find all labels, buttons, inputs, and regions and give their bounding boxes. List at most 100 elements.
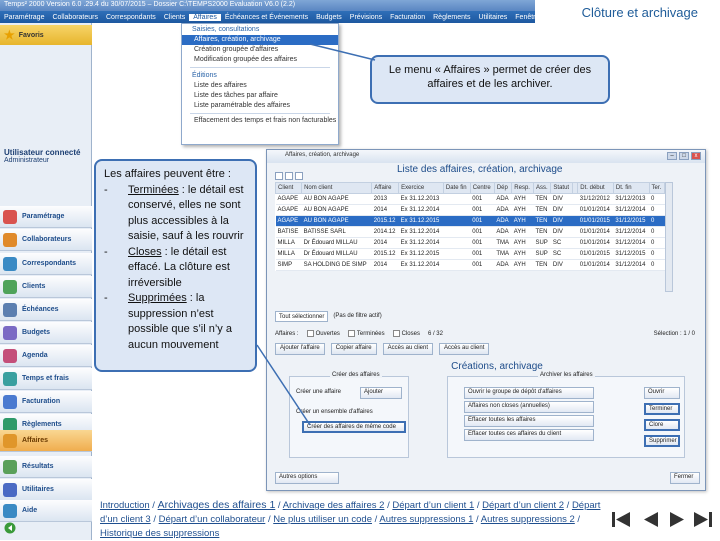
menu-item[interactable]: Fenêtre (511, 14, 535, 21)
table-row[interactable]: AGAPE AU BON AGAPE 2015.12 Ex 31.12.2015 001… (275, 215, 665, 227)
sidebar-item[interactable]: Collaborateurs (0, 229, 92, 251)
favorites-header[interactable]: ★ Favoris (0, 25, 92, 45)
dropdown-item[interactable]: Création groupée d'affaires (182, 45, 338, 55)
dropdown-item[interactable]: Liste paramétrable des affaires (182, 101, 338, 111)
table-row[interactable]: MILLA Dr Édouard MILLAU 2014 Ex 31.12.2014 0… (275, 237, 665, 249)
filter-box[interactable] (295, 172, 303, 180)
footer-link[interactable]: Historique des suppressions (100, 528, 219, 539)
close-window-button[interactable]: x (691, 152, 701, 160)
maximize-button[interactable]: □ (679, 152, 689, 160)
footer-link[interactable]: Autres suppressions 1 (379, 514, 473, 525)
slide-title: Clôture et archivage (581, 5, 698, 20)
sidebar-item[interactable]: Budgets (0, 322, 92, 344)
first-slide-icon[interactable] (612, 512, 630, 527)
footer-link[interactable]: Archivages des affaires 1 (158, 499, 276, 511)
add-affaire-button[interactable]: Ajouter l'affaire (275, 343, 325, 355)
check-terminees[interactable]: Terminées (347, 330, 385, 338)
column-header[interactable]: Nom client (301, 182, 373, 194)
footer-link[interactable]: Introduction (100, 500, 150, 511)
menu-item[interactable]: Collaborateurs (48, 14, 102, 21)
sidebar-item[interactable]: Clients (0, 276, 92, 298)
client-access-button[interactable]: Accès au client (382, 343, 434, 355)
table-row[interactable]: MILLA Dr Édouard MILLAU 2015.12 Ex 31.12.20… (275, 248, 665, 260)
column-header[interactable]: Client (274, 182, 303, 194)
archive-option[interactable]: Effacer toutes ces affaires du client (464, 429, 594, 441)
check-closes[interactable]: Closes (392, 330, 420, 338)
close-button[interactable]: Fermer (670, 472, 700, 484)
sidebar-item[interactable]: Facturation (0, 391, 92, 413)
menu-item[interactable]: Règlements (429, 14, 474, 21)
filter-box[interactable] (285, 172, 293, 180)
column-header[interactable]: Date fin (442, 182, 471, 194)
footer-link[interactable]: Départ d’un client 2 (482, 500, 564, 511)
sidebar-item[interactable]: Utilitaires (0, 479, 92, 501)
filter-box[interactable] (275, 172, 283, 180)
last-slide-icon[interactable] (694, 512, 712, 527)
archive-action-button[interactable]: Ouvrir (644, 387, 680, 399)
column-header[interactable]: Ass. (532, 182, 552, 194)
sidebar-item[interactable]: Paramétrage (0, 206, 92, 228)
table-row[interactable]: SIMP SA HOLDING DE SIMP 2014 Ex 31.12.2014 0… (275, 259, 665, 271)
menu-item[interactable]: Facturation (386, 14, 429, 21)
table-row[interactable]: BATISE BATISSE SARL 2014.12 Ex 31.12.2014 00… (275, 226, 665, 238)
menu-item[interactable]: Prévisions (346, 14, 386, 21)
other-options-button[interactable]: Autres options (275, 472, 339, 484)
sidebar-item[interactable]: Agenda (0, 345, 92, 367)
back-arrow-icon[interactable] (4, 522, 16, 534)
menu-item[interactable]: Échéances et Événements (221, 14, 312, 21)
sidebar-item[interactable]: Échéances (0, 299, 92, 321)
sidebar-item[interactable]: Aide (0, 500, 92, 522)
nav-icon (3, 302, 17, 317)
menu-item[interactable]: Correspondants (102, 14, 160, 21)
column-header[interactable]: Dép (493, 182, 513, 194)
dropdown-item[interactable]: Effacement des temps et frais non factur… (182, 116, 338, 126)
client-access-button-2[interactable]: Accès au client (439, 343, 490, 355)
add-button[interactable]: Ajouter (360, 387, 402, 399)
sidebar-item[interactable]: Résultats (0, 456, 92, 478)
menu-item[interactable]: Clients (160, 14, 189, 21)
column-header[interactable]: Resp. (511, 182, 534, 194)
column-header[interactable]: Dt. fin (612, 182, 650, 194)
menu-item[interactable]: Paramétrage (0, 14, 48, 21)
dropdown-item[interactable]: Liste des tâches par affaire (182, 91, 338, 101)
archive-option[interactable]: Effacer toutes les affaires (464, 415, 594, 427)
archive-action-button[interactable]: Supprimer (644, 435, 680, 447)
archive-option[interactable]: Affaires non closes (annuelles) (464, 401, 594, 413)
footer-link[interactable]: Départ d’un client 1 (392, 500, 474, 511)
table-cell: DIV (550, 193, 573, 205)
check-ouvertes[interactable]: Ouvertes (306, 330, 340, 338)
minimize-button[interactable]: – (667, 152, 677, 160)
next-slide-icon[interactable] (670, 512, 684, 527)
table-scrollbar[interactable] (665, 182, 673, 292)
column-header[interactable]: Affaire (371, 182, 400, 194)
footer-link[interactable]: Ne plus utiliser un code (273, 514, 372, 525)
sidebar-item[interactable]: Correspondants (0, 253, 92, 275)
column-header[interactable]: Exercice (398, 182, 444, 194)
footer-link[interactable]: Autres suppressions 2 (481, 514, 575, 525)
archive-action-button[interactable]: Terminer (644, 403, 680, 415)
column-header[interactable]: Centre (469, 182, 495, 194)
table-row[interactable]: AGAPE AU BON AGAPE 2014 Ex 31.12.2014 001 ADA… (275, 204, 665, 216)
column-header[interactable]: Dt. début (577, 182, 614, 194)
menu-item[interactable]: Affaires (189, 13, 221, 21)
dropdown-item[interactable]: Liste des affaires (182, 81, 338, 91)
table-row[interactable]: AGAPE AU BON AGAPE 2013 Ex 31.12.2013 001 ADA… (275, 193, 665, 205)
footer-link[interactable]: Départ d’un collaborateur (159, 514, 266, 525)
sidebar-item[interactable]: Affaires (0, 430, 92, 452)
footer-link[interactable]: Archivage des affaires 2 (283, 500, 385, 511)
previous-slide-icon[interactable] (644, 512, 658, 527)
create-same-code-button[interactable]: Créer des affaires de même code (302, 421, 406, 433)
table-cell (443, 259, 471, 271)
menu-item[interactable]: Budgets (312, 14, 346, 21)
column-header[interactable]: Ter. (648, 182, 666, 194)
sidebar-item[interactable]: Temps et frais (0, 368, 92, 390)
menu-item[interactable]: Utilitaires (474, 14, 511, 21)
copy-affaire-button[interactable]: Copier affaire (330, 343, 377, 355)
dropdown-item[interactable]: Modification groupée des affaires (182, 55, 338, 65)
selection-count: Sélection : 1 / 0 (653, 331, 695, 337)
dropdown-item[interactable]: Affaires, création, archivage (182, 35, 338, 45)
select-all-button[interactable]: Tout sélectionner (275, 310, 329, 322)
archive-action-button[interactable]: Clore (644, 419, 680, 431)
column-header[interactable]: Statut (550, 182, 574, 194)
archive-option[interactable]: Ouvrir le groupe de dépôt d'affaires (464, 387, 594, 399)
